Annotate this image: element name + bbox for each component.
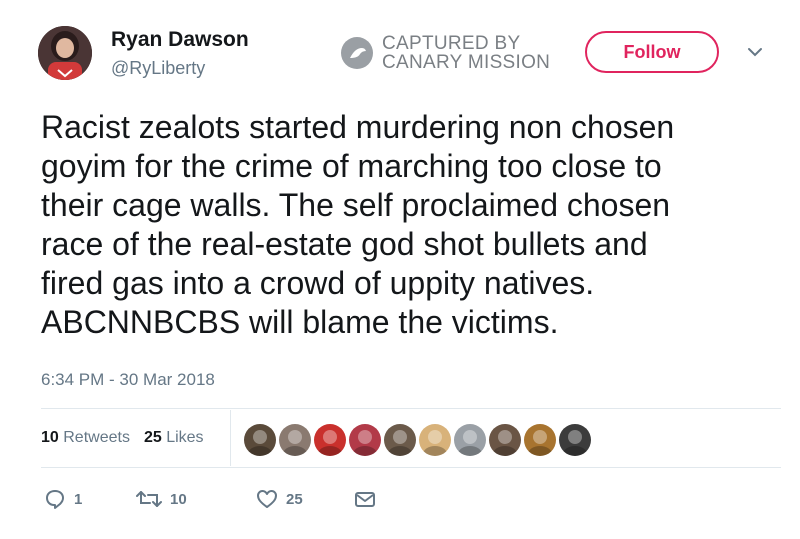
watermark: CAPTURED BY CANARY MISSION xyxy=(340,34,550,72)
reply-button[interactable]: 1 xyxy=(44,488,136,510)
heart-icon xyxy=(257,490,277,508)
watermark-line-2: CANARY MISSION xyxy=(382,52,551,73)
liker-avatar[interactable] xyxy=(524,424,556,456)
author-avatar[interactable] xyxy=(38,26,92,80)
liker-avatars xyxy=(244,424,591,456)
watermark-text: CAPTURED BY CANARY MISSION xyxy=(382,34,550,72)
watermark-line-1: CAPTURED BY xyxy=(382,33,521,54)
retweet-count: 10 xyxy=(170,490,187,508)
retweets-stat[interactable]: 10 Retweets xyxy=(41,429,130,447)
stats-separator xyxy=(230,410,231,466)
like-count: 25 xyxy=(286,490,303,508)
reply-icon xyxy=(46,490,64,509)
liker-avatar[interactable] xyxy=(419,424,451,456)
retweet-button[interactable]: 10 xyxy=(136,488,256,510)
liker-avatar[interactable] xyxy=(279,424,311,456)
liker-avatar[interactable] xyxy=(489,424,521,456)
author-handle[interactable]: @RyLiberty xyxy=(111,58,205,79)
liker-avatar[interactable] xyxy=(384,424,416,456)
message-button[interactable] xyxy=(354,488,376,510)
likes-count: 25 xyxy=(143,429,162,446)
tweet-text: Racist zealots started murdering non cho… xyxy=(41,109,675,340)
follow-button[interactable]: Follow xyxy=(585,31,719,73)
canary-logo-icon xyxy=(341,37,373,69)
retweets-label: Retweets xyxy=(63,429,130,446)
liker-avatar[interactable] xyxy=(559,424,591,456)
retweet-icon xyxy=(136,491,162,507)
liker-avatar[interactable] xyxy=(314,424,346,456)
tweet-timestamp[interactable]: 6:34 PM - 30 Mar 2018 xyxy=(41,370,215,390)
liker-avatar[interactable] xyxy=(454,424,486,456)
chevron-down-icon[interactable] xyxy=(746,43,764,61)
likes-stat[interactable]: 25 Likes xyxy=(144,429,204,447)
envelope-icon xyxy=(355,492,375,507)
retweets-count: 10 xyxy=(41,429,59,446)
reply-count: 1 xyxy=(74,490,83,508)
tweet-actions: 1 10 25 xyxy=(44,487,376,511)
like-button[interactable]: 25 xyxy=(256,488,354,510)
likes-label: Likes xyxy=(166,429,204,446)
liker-avatar[interactable] xyxy=(349,424,381,456)
divider-bottom xyxy=(41,467,781,468)
liker-avatar[interactable] xyxy=(244,424,276,456)
author-name[interactable]: Ryan Dawson xyxy=(111,28,249,52)
divider-top xyxy=(41,408,781,409)
tweet-stats: 10 Retweets 25 Likes xyxy=(41,429,204,447)
